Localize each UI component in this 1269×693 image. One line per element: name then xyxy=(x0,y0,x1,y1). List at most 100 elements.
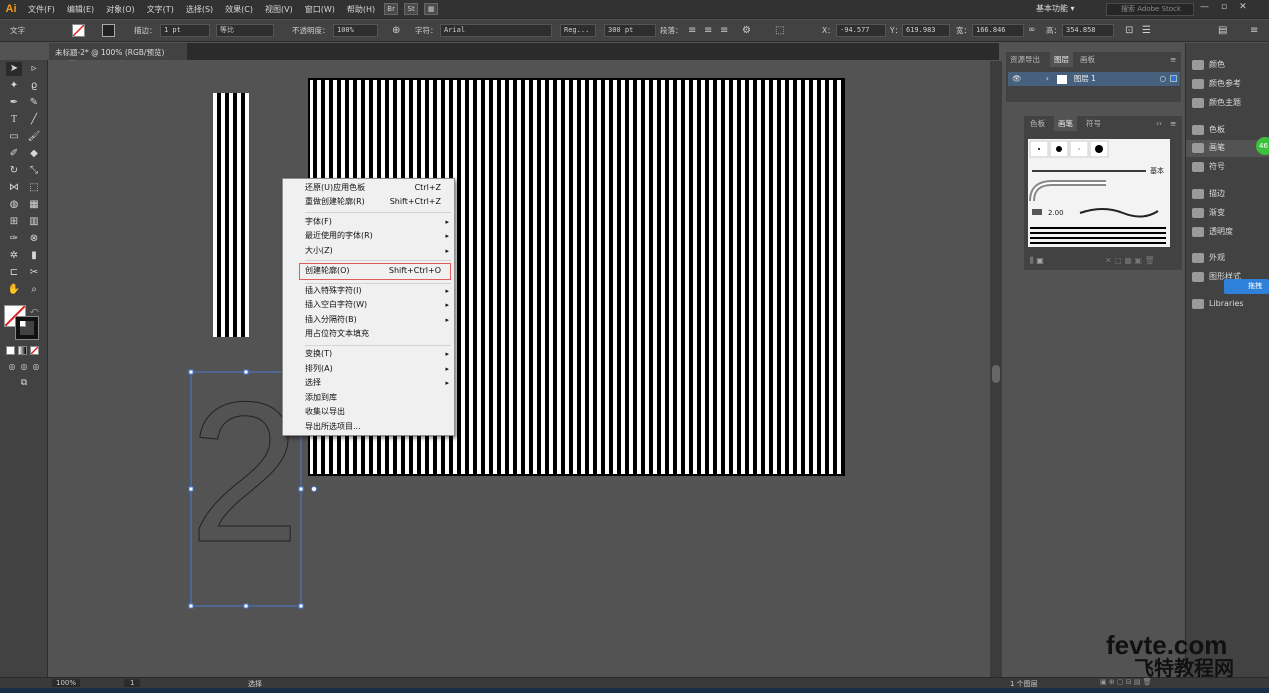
menu-size[interactable]: 大小(Z) ▸ xyxy=(305,244,453,258)
menu-export-selection[interactable]: 导出所选项目... xyxy=(305,420,453,434)
shaper-tool-icon[interactable]: ✐ xyxy=(6,147,22,161)
menu-select[interactable]: 选择(S) xyxy=(180,4,219,15)
stroke-color-swatch[interactable] xyxy=(15,316,39,340)
gradient-tool-icon[interactable]: ▥ xyxy=(26,215,42,229)
stock-search-input[interactable]: 搜索 Adobe Stock xyxy=(1106,3,1194,16)
panel-menu-icon[interactable]: ≡ xyxy=(1250,24,1258,37)
mesh-tool-icon[interactable]: ⊞ xyxy=(6,215,22,229)
tab-brushes[interactable]: 画笔 xyxy=(1054,116,1077,131)
font-style-select[interactable]: Reg... xyxy=(560,24,596,37)
visibility-eye-icon[interactable]: 👁 xyxy=(1012,74,1022,83)
panel-symbols[interactable]: 符号 xyxy=(1192,160,1225,174)
panel-swatches[interactable]: 色板 xyxy=(1192,123,1225,137)
pen-tool-icon[interactable]: ✒ xyxy=(6,96,22,110)
panel-collapse-icon[interactable]: ›› xyxy=(1152,116,1166,131)
isolate-icon[interactable]: ⊡ xyxy=(1125,24,1133,37)
color-mode-icon[interactable] xyxy=(6,346,15,355)
none-mode-icon[interactable] xyxy=(30,346,39,355)
menu-create-outlines[interactable]: 创建轮廓(O) Shift+Ctrl+O xyxy=(305,264,453,278)
panel-menu-icon[interactable]: ≡ xyxy=(1166,116,1180,131)
tab-swatches[interactable]: 色板 xyxy=(1026,116,1049,131)
layer-row[interactable]: 👁 › 图层 1 ○ xyxy=(1008,72,1180,86)
blend-tool-icon[interactable]: ⊗ xyxy=(26,232,42,246)
vertical-scroll-thumb[interactable] xyxy=(992,365,1000,383)
align-objects-icon[interactable]: ⬚ xyxy=(775,24,784,37)
type-tool-icon[interactable]: T xyxy=(6,113,22,127)
document-tab[interactable]: 未标题-2* @ 100% (RGB/预览) × xyxy=(49,43,187,67)
lasso-tool-icon[interactable]: ϱ xyxy=(26,79,42,93)
zoom-level[interactable]: 100% xyxy=(52,679,81,687)
panel-menu-icon[interactable]: ≡ xyxy=(1166,52,1180,67)
menu-type[interactable]: 文字(T) xyxy=(141,4,180,15)
panel-libraries[interactable]: Libraries xyxy=(1192,297,1244,311)
stroke-weight-input[interactable]: 1 pt xyxy=(160,24,210,37)
menu-help[interactable]: 帮助(H) xyxy=(341,4,381,15)
tab-artboards[interactable]: 画板 xyxy=(1076,52,1099,67)
menu-recent-fonts[interactable]: 最近使用的字体(R) ▸ xyxy=(305,229,453,243)
close-window-button[interactable]: ✕ xyxy=(1239,2,1247,12)
paintbrush-tool-icon[interactable]: 🖌 xyxy=(26,130,42,144)
menu-fill-placeholder[interactable]: 用占位符文本填充 xyxy=(305,327,453,341)
paragraph-label[interactable]: 段落： xyxy=(660,24,683,37)
panel-stroke[interactable]: 描边 xyxy=(1192,187,1225,201)
panel-color-themes[interactable]: 颜色主题 xyxy=(1192,96,1241,110)
opacity-input[interactable]: 100% xyxy=(333,24,378,37)
stroke-profile-select[interactable]: 等比 xyxy=(216,24,274,37)
hand-tool-icon[interactable]: ✋ xyxy=(6,283,22,297)
minimize-button[interactable]: — xyxy=(1200,2,1209,12)
line-tool-icon[interactable]: ╱ xyxy=(26,113,42,127)
height-input[interactable]: 354.858 xyxy=(1062,24,1114,37)
brush-actions-icon[interactable]: ✕ ▢ ▦ ▣ 🗑 xyxy=(1105,256,1155,265)
canvas-area[interactable]: 2 xyxy=(49,61,989,677)
maximize-button[interactable]: ▫ xyxy=(1221,2,1227,12)
menu-select[interactable]: 选择 ▸ xyxy=(305,376,453,390)
eraser-tool-icon[interactable]: ◆ xyxy=(26,147,42,161)
select-similar-icon[interactable]: ☰ xyxy=(1142,24,1151,37)
brush-library-menu-icon[interactable]: ⫼ ▣ xyxy=(1030,256,1044,266)
panel-appearance[interactable]: 外观 xyxy=(1192,251,1225,265)
panel-color[interactable]: 颜色 xyxy=(1192,58,1225,72)
y-input[interactable]: 619.983 xyxy=(902,24,950,37)
zoom-tool-icon[interactable]: ⌕ xyxy=(26,283,42,297)
tab-asset-export[interactable]: 资源导出 xyxy=(1006,52,1044,67)
menu-arrange[interactable]: 排列(A) ▸ xyxy=(305,362,453,376)
shape-builder-tool-icon[interactable]: ◍ xyxy=(6,198,22,212)
arrange-documents-icon[interactable]: ▤ xyxy=(1218,24,1227,37)
menu-edit[interactable]: 编辑(E) xyxy=(61,4,100,15)
curvature-tool-icon[interactable]: ✎ xyxy=(26,96,42,110)
align-center-icon[interactable]: ≡ xyxy=(704,24,712,37)
bridge-icon[interactable]: Br xyxy=(384,3,399,15)
menu-effect[interactable]: 效果(C) xyxy=(219,4,259,15)
stock-icon[interactable]: St xyxy=(404,3,419,15)
column-graph-tool-icon[interactable]: ▮ xyxy=(26,249,42,263)
eyedropper-tool-icon[interactable]: ✑ xyxy=(6,232,22,246)
target-icon[interactable]: ○ xyxy=(1159,72,1166,86)
font-family-input[interactable]: Arial xyxy=(440,24,552,37)
stroke-swatch[interactable] xyxy=(102,24,115,37)
tab-layers[interactable]: 图层 xyxy=(1050,52,1073,67)
draw-inside-icon[interactable]: ◎ xyxy=(28,360,44,374)
perspective-grid-tool-icon[interactable]: ▦ xyxy=(26,198,42,212)
character-label[interactable]: 字符： xyxy=(415,24,438,37)
workspace-switcher[interactable]: 基本功能 ▾ xyxy=(1036,3,1075,14)
screen-mode-icon[interactable]: ⧉ xyxy=(16,376,32,390)
menu-redo-create-outlines[interactable]: 重做创建轮廓(R) Shift+Ctrl+Z xyxy=(305,195,453,209)
basic-brush-label[interactable]: 基本 xyxy=(1150,166,1164,176)
rotate-tool-icon[interactable]: ↻ xyxy=(6,164,22,178)
panel-gradient[interactable]: 渐变 xyxy=(1192,206,1225,220)
menu-font[interactable]: 字体(F) ▸ xyxy=(305,215,453,229)
layer-name[interactable]: 图层 1 xyxy=(1074,74,1096,83)
recolor-icon[interactable]: ⊕ xyxy=(392,24,400,37)
panel-transparency[interactable]: 透明度 xyxy=(1192,225,1233,239)
menu-transform[interactable]: 变换(T) ▸ xyxy=(305,347,453,361)
constrain-proportions-icon[interactable]: ∞ xyxy=(1028,24,1036,37)
menu-insert-break[interactable]: 插入分隔符(B) ▸ xyxy=(305,313,453,327)
expand-chevron-icon[interactable]: › xyxy=(1046,74,1049,83)
menu-insert-special-char[interactable]: 插入特殊字符(I) ▸ xyxy=(305,284,453,298)
menu-undo-apply-swatch[interactable]: 还原(U)应用色板 Ctrl+Z xyxy=(305,181,453,195)
magic-wand-tool-icon[interactable]: ✦ xyxy=(6,79,22,93)
width-input[interactable]: 166.846 xyxy=(972,24,1024,37)
menu-collect-for-export[interactable]: 收集以导出 xyxy=(305,405,453,419)
gradient-mode-icon[interactable] xyxy=(18,346,27,355)
fill-swatch[interactable] xyxy=(72,24,85,37)
